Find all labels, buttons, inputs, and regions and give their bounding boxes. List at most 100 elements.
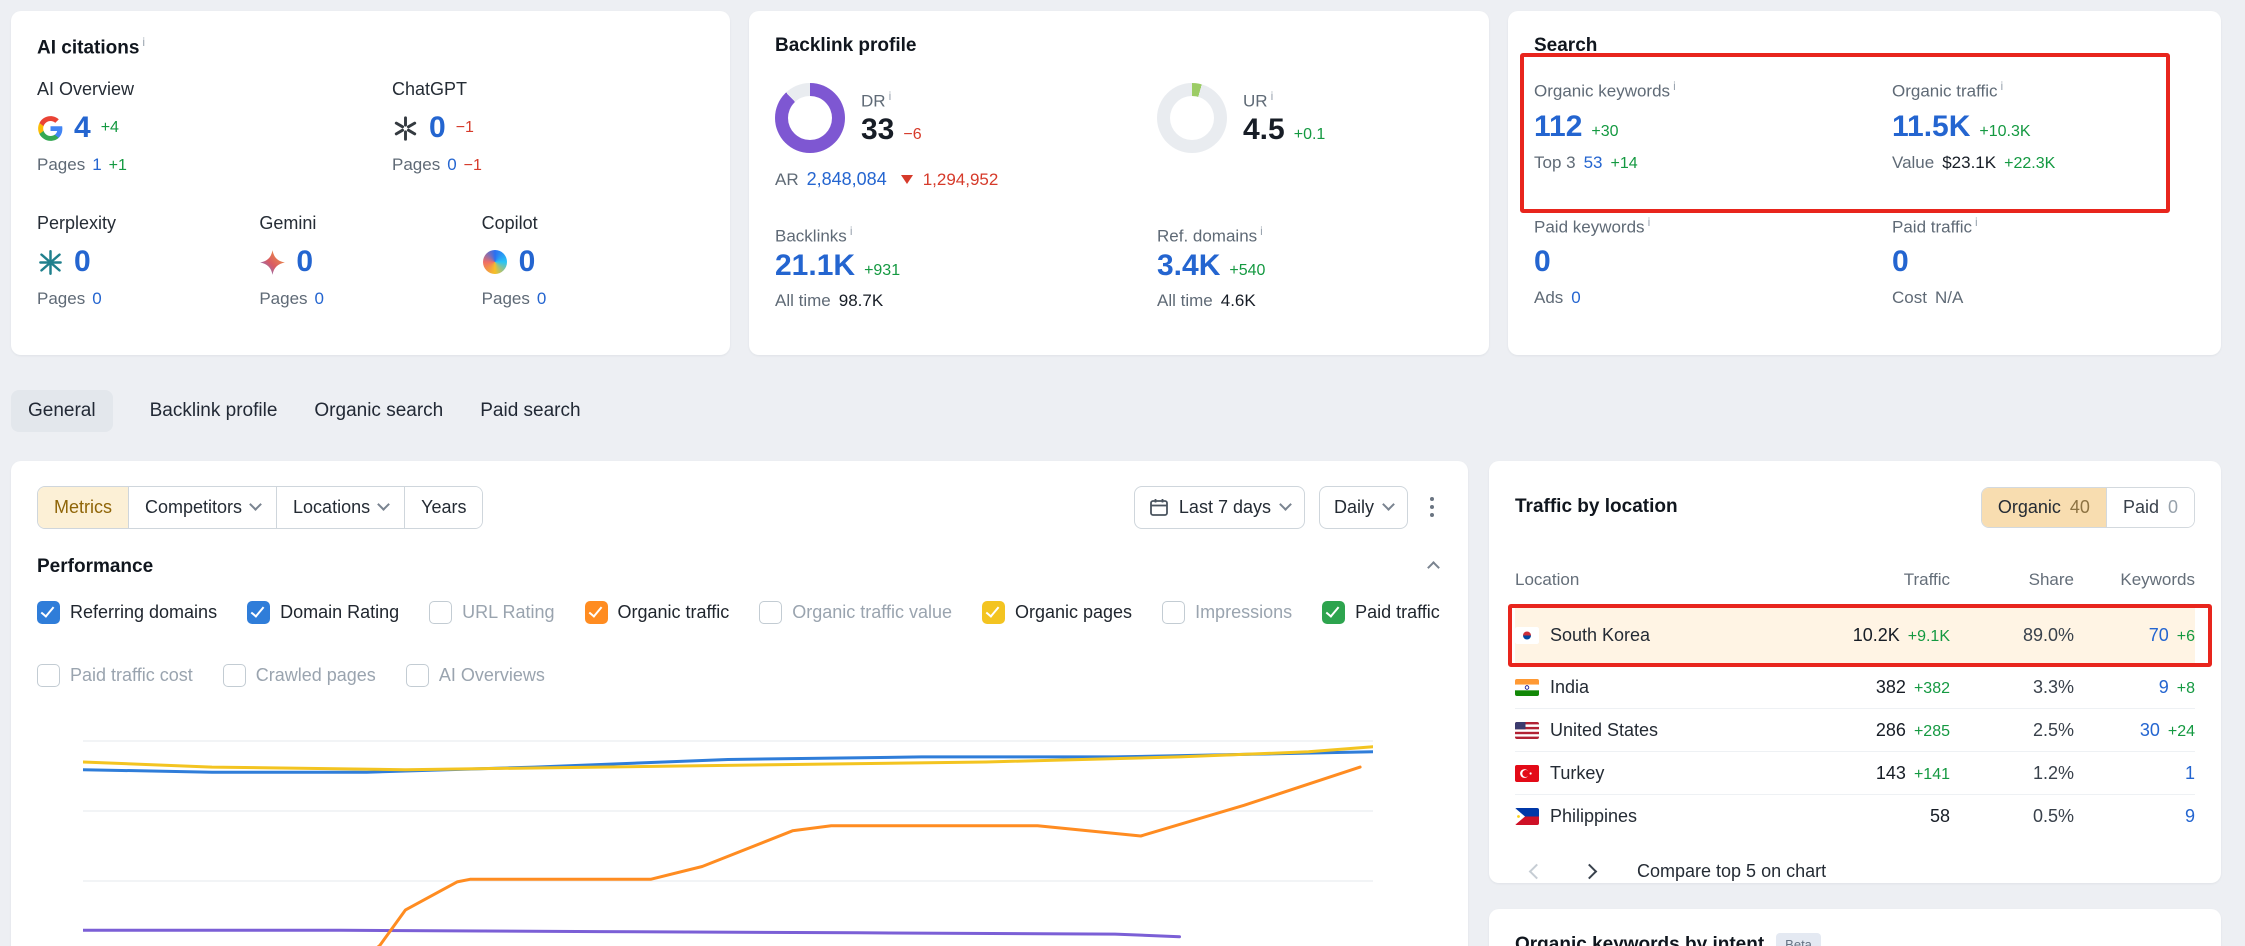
col-keywords[interactable]: Keywords: [2120, 570, 2195, 590]
toggle-paid[interactable]: Paid0: [2106, 488, 2194, 527]
pages-value[interactable]: 0: [92, 289, 101, 309]
search-card: Search Organic keywordsi 112 +30 Top 3 5…: [1508, 11, 2221, 355]
alltime-label: All time: [775, 291, 831, 311]
checkbox[interactable]: [585, 601, 608, 624]
col-share[interactable]: Share: [2029, 570, 2074, 590]
backlink-profile-title: Backlink profile: [775, 35, 1463, 57]
checkbox-paid-traffic-cost[interactable]: Paid traffic cost: [37, 664, 193, 687]
checkbox-paid-traffic[interactable]: Paid traffic: [1322, 601, 1440, 624]
table-row-united-states[interactable]: United States 286+285 2.5% 30+24: [1515, 708, 2195, 751]
ai-citations-value[interactable]: 0: [519, 245, 536, 279]
ai-citations-title: AI citationsi: [37, 35, 704, 59]
date-range-dropdown[interactable]: Last 7 days: [1134, 486, 1305, 529]
table-row-philippines[interactable]: Philippines 58 0.5% 9: [1515, 794, 2195, 837]
info-icon[interactable]: i: [1673, 79, 1676, 93]
competitors-dropdown[interactable]: Competitors: [128, 487, 276, 528]
ads-value[interactable]: 0: [1571, 288, 1580, 308]
checkbox[interactable]: [429, 601, 452, 624]
info-icon[interactable]: i: [889, 89, 892, 103]
dr-value: 33: [861, 113, 894, 147]
checkbox-organic-traffic[interactable]: Organic traffic: [585, 601, 730, 624]
checkbox[interactable]: [1322, 601, 1345, 624]
checkbox[interactable]: [37, 664, 60, 687]
info-icon[interactable]: i: [1975, 215, 1978, 229]
pages-value[interactable]: 0: [447, 155, 456, 175]
years-button[interactable]: Years: [404, 487, 482, 528]
keywords-value[interactable]: 9: [2159, 677, 2169, 698]
checkbox-ai-overviews[interactable]: AI Overviews: [406, 664, 545, 687]
ref-domains-value[interactable]: 3.4K: [1157, 249, 1220, 283]
checkbox-impressions[interactable]: Impressions: [1162, 601, 1292, 624]
checkbox[interactable]: [406, 664, 429, 687]
checkbox-domain-rating[interactable]: Domain Rating: [247, 601, 399, 624]
backlinks-value[interactable]: 21.1K: [775, 249, 855, 283]
checkbox-organic-pages[interactable]: Organic pages: [982, 601, 1132, 624]
checkbox[interactable]: [37, 601, 60, 624]
checkbox[interactable]: [223, 664, 246, 687]
info-icon[interactable]: i: [2001, 79, 2004, 93]
table-row-turkey[interactable]: Turkey 143+141 1.2% 1: [1515, 751, 2195, 794]
info-icon[interactable]: i: [850, 224, 853, 238]
checkbox-crawled-pages[interactable]: Crawled pages: [223, 664, 376, 687]
info-icon[interactable]: i: [142, 35, 145, 49]
traffic-value: 382: [1876, 677, 1906, 698]
checkbox-organic-traffic-value[interactable]: Organic traffic value: [759, 601, 952, 624]
metrics-button[interactable]: Metrics: [38, 487, 128, 528]
keywords-value[interactable]: 1: [2185, 763, 2195, 784]
tab-paid-search[interactable]: Paid search: [480, 400, 580, 422]
checkbox[interactable]: [1162, 601, 1185, 624]
ai-citations-value[interactable]: 0: [296, 245, 313, 279]
info-icon[interactable]: i: [1260, 224, 1263, 238]
granularity-dropdown[interactable]: Daily: [1319, 486, 1408, 529]
ai-citations-value[interactable]: 4: [74, 111, 91, 145]
checkbox-label: Referring domains: [70, 602, 217, 623]
keywords-value[interactable]: 70: [2149, 625, 2169, 646]
keywords-change: +24: [2168, 723, 2195, 741]
organic-keywords-by-intent-card: Organic keywords by intent Beta: [1489, 909, 2221, 946]
ai-citations-value[interactable]: 0: [429, 111, 446, 145]
info-icon[interactable]: i: [1271, 89, 1274, 103]
locations-dropdown[interactable]: Locations: [276, 487, 404, 528]
pages-value[interactable]: 0: [537, 289, 546, 309]
tab-general[interactable]: General: [11, 390, 113, 432]
alltime-value: 98.7K: [839, 291, 883, 311]
info-icon[interactable]: i: [1648, 215, 1651, 229]
backlinks-label: Backlinksi: [775, 224, 1157, 247]
checkbox[interactable]: [759, 601, 782, 624]
performance-chart[interactable]: [83, 711, 1373, 946]
tab-backlink-profile[interactable]: Backlink profile: [150, 400, 278, 422]
table-row-india[interactable]: India 382+382 3.3% 9+8: [1515, 665, 2195, 708]
checkbox[interactable]: [982, 601, 1005, 624]
pages-value[interactable]: 1: [92, 155, 101, 175]
pages-value[interactable]: 0: [315, 289, 324, 309]
more-options-button[interactable]: [1422, 489, 1442, 525]
col-location[interactable]: Location: [1515, 570, 1800, 590]
keywords-value[interactable]: 30: [2140, 720, 2160, 741]
ar-value[interactable]: 2,848,084: [807, 169, 887, 190]
paid-keywords-value[interactable]: 0: [1534, 245, 1551, 279]
next-page-button[interactable]: [1576, 853, 1603, 890]
top3-value[interactable]: 53: [1584, 153, 1603, 173]
tab-organic-search[interactable]: Organic search: [314, 400, 443, 422]
traffic-by-location-card: Traffic by location Organic40 Paid0 Loca…: [1489, 461, 2221, 883]
gemini-icon: [259, 249, 286, 276]
location-name: South Korea: [1550, 625, 1650, 646]
checkbox-label: Paid traffic: [1355, 602, 1440, 623]
checkbox-referring-domains[interactable]: Referring domains: [37, 601, 217, 624]
toggle-organic[interactable]: Organic40: [1982, 488, 2106, 527]
checkbox[interactable]: [247, 601, 270, 624]
collapse-section-button[interactable]: [1425, 554, 1442, 581]
organic-traffic-value[interactable]: 11.5K: [1892, 110, 1970, 144]
compare-top5-button[interactable]: Compare top 5 on chart: [1637, 861, 1826, 882]
prev-page-button[interactable]: [1523, 853, 1550, 890]
checkbox-url-rating[interactable]: URL Rating: [429, 601, 554, 624]
value-label: Value: [1892, 153, 1934, 173]
ai-citations-value[interactable]: 0: [74, 245, 91, 279]
organic-keywords-value[interactable]: 112: [1534, 110, 1582, 144]
table-row-south-korea[interactable]: South Korea 10.2K+9.1K 89.0% 70+6: [1515, 605, 2195, 665]
paid-traffic-value[interactable]: 0: [1892, 245, 1909, 279]
col-traffic[interactable]: Traffic: [1904, 570, 1950, 590]
share-value: 89.0%: [2023, 625, 2074, 646]
keywords-value[interactable]: 9: [2185, 806, 2195, 827]
alltime-label: All time: [1157, 291, 1213, 311]
